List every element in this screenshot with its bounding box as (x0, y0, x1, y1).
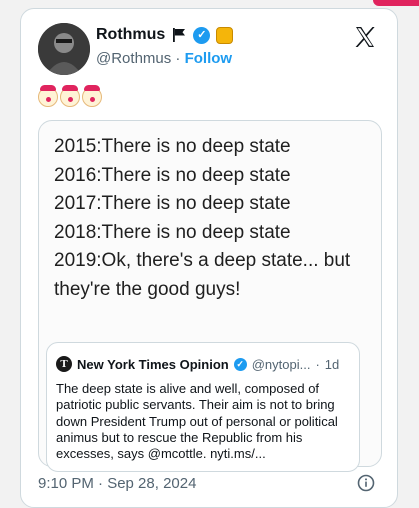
clown-face-emoji (60, 85, 80, 107)
quoted-author-name[interactable]: New York Times Opinion (77, 357, 229, 372)
info-icon[interactable] (357, 474, 375, 492)
quoted-age: 1d (324, 356, 340, 372)
x-logo-icon[interactable] (353, 25, 377, 49)
clown-face-emoji (38, 85, 58, 107)
quoted-author-handle: @nytopi... (251, 356, 311, 372)
image-line: 2018:There is no deep state (54, 221, 291, 243)
quoted-separator: · (315, 356, 320, 372)
verified-icon: ✓ (193, 26, 211, 44)
author-handle-row: @Rothmus · Follow (96, 50, 232, 67)
image-line: 2016:There is no deep state (54, 164, 291, 186)
window-corner-accent (373, 0, 419, 6)
image-line: 2019:Ok, there's a deep state... but the… (54, 250, 351, 300)
image-line: 2017:There is no deep state (54, 193, 291, 214)
quoted-verified-icon: ✓ (233, 357, 247, 371)
follow-button[interactable]: Follow (185, 50, 233, 67)
author-name-row: Rothmus ✓ (96, 26, 234, 44)
author-handle[interactable]: @Rothmus (96, 50, 171, 67)
image-text: 2015:There is no deep state 2016:There i… (54, 133, 372, 304)
flag-icon (173, 28, 186, 42)
handle-separator: · (175, 50, 181, 67)
emoji-row (38, 85, 102, 107)
nyt-logo-icon: T (56, 356, 72, 372)
quoted-tweet-text: The deep state is alive and well, compos… (56, 381, 338, 462)
avatar[interactable] (38, 23, 90, 75)
quoted-tweet[interactable]: T New York Times Opinion ✓ @nytopi... · … (46, 342, 360, 472)
org-badge-icon (216, 26, 234, 44)
clown-face-emoji (82, 85, 102, 107)
avatar-image (38, 23, 90, 75)
tweet-timestamp[interactable]: 9:10 PM · Sep 28, 2024 (38, 475, 196, 492)
author-display-name[interactable]: Rothmus (96, 26, 165, 44)
image-line: 2015:There is no deep state (54, 136, 291, 157)
tweet-card[interactable]: Rothmus ✓ @Rothmus · Follow 2015:There i… (20, 8, 398, 508)
quoted-tweet-header: T New York Times Opinion ✓ @nytopi... · … (56, 356, 339, 372)
